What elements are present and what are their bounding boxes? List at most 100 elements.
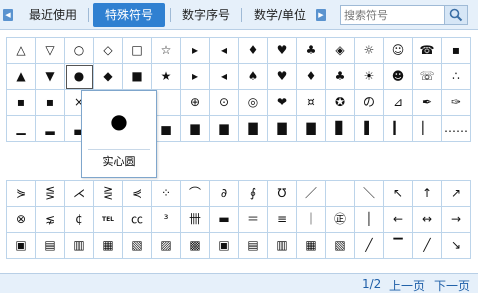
symbol-cell[interactable]: TEL	[94, 207, 123, 233]
symbol-cell[interactable]: ≡	[268, 207, 297, 233]
symbol-cell[interactable]: ▦	[94, 233, 123, 259]
symbol-cell[interactable]: ❤	[268, 90, 297, 116]
symbol-cell[interactable]	[326, 181, 355, 207]
symbol-cell[interactable]: ⊕	[181, 90, 210, 116]
symbol-cell[interactable]: ▇	[268, 116, 297, 142]
symbol-cell[interactable]: ☏	[413, 64, 442, 90]
symbol-cell[interactable]: ♣	[326, 64, 355, 90]
symbol-cell[interactable]: の	[355, 90, 384, 116]
symbol-cell[interactable]: ↗	[442, 181, 471, 207]
symbol-cell[interactable]: ↑	[413, 181, 442, 207]
symbol-cell[interactable]: ◂	[210, 64, 239, 90]
symbol-cell[interactable]: ㊣	[326, 207, 355, 233]
symbol-cell[interactable]: ↖	[384, 181, 413, 207]
symbol-cell[interactable]: ☆	[152, 38, 181, 64]
symbol-cell[interactable]: ☎	[413, 38, 442, 64]
symbol-cell[interactable]: ⊗	[7, 207, 36, 233]
symbol-cell[interactable]: ▁	[7, 116, 36, 142]
symbol-cell[interactable]: ♥	[268, 64, 297, 90]
symbol-cell[interactable]: ⁘	[152, 181, 181, 207]
symbol-cell[interactable]: ←	[384, 207, 413, 233]
symbol-cell[interactable]: ▪	[442, 38, 471, 64]
symbol-cell[interactable]: ＼	[355, 181, 384, 207]
symbol-cell[interactable]: ▲	[7, 64, 36, 90]
symbol-cell[interactable]: ⊿	[384, 90, 413, 116]
symbol-cell[interactable]: ✪	[326, 90, 355, 116]
tab-number-sequence[interactable]: 数字序号	[175, 3, 237, 27]
prev-page-link[interactable]: 上一页	[389, 277, 425, 294]
scroll-right-arrow[interactable]: ▶	[316, 9, 326, 21]
symbol-cell[interactable]: ⌒	[181, 181, 210, 207]
symbol-cell[interactable]: ☺	[384, 38, 413, 64]
symbol-cell[interactable]: ■	[123, 64, 152, 90]
symbol-cell[interactable]: ▤	[36, 233, 65, 259]
symbol-cell[interactable]: ▪	[7, 90, 36, 116]
symbol-cell[interactable]: ▆	[181, 116, 210, 142]
symbol-cell[interactable]: ▸	[181, 38, 210, 64]
symbol-cell[interactable]: ▆	[210, 116, 239, 142]
symbol-cell[interactable]: ▌	[355, 116, 384, 142]
symbol-cell[interactable]: ⋞	[123, 181, 152, 207]
tab-math-units[interactable]: 数学/单位	[246, 3, 314, 27]
symbol-cell[interactable]: ▼	[36, 64, 65, 90]
symbol-cell[interactable]: ▇	[239, 116, 268, 142]
symbol-cell[interactable]: ♣	[297, 38, 326, 64]
symbol-cell[interactable]: ¢	[65, 207, 94, 233]
symbol-cell[interactable]: ●	[65, 64, 94, 90]
symbol-cell[interactable]: ▥	[268, 233, 297, 259]
symbol-cell[interactable]: ▥	[65, 233, 94, 259]
symbol-cell[interactable]: ∂	[210, 181, 239, 207]
symbol-cell[interactable]: ℧	[268, 181, 297, 207]
symbol-cell[interactable]: ▦	[297, 233, 326, 259]
symbol-cell[interactable]: ｜	[297, 207, 326, 233]
symbol-cell[interactable]: ▧	[326, 233, 355, 259]
search-button[interactable]	[444, 6, 467, 24]
symbol-cell[interactable]: □	[123, 38, 152, 64]
symbol-cell[interactable]: ○	[65, 38, 94, 64]
tab-recent[interactable]: 最近使用	[22, 3, 84, 27]
symbol-cell[interactable]: ◎	[239, 90, 268, 116]
symbol-cell[interactable]: ▸	[181, 64, 210, 90]
symbol-cell[interactable]: ⋌	[65, 181, 94, 207]
symbol-cell[interactable]: ▏	[413, 116, 442, 142]
symbol-cell[interactable]: ◇	[94, 38, 123, 64]
symbol-cell[interactable]: ⋛	[94, 181, 123, 207]
symbol-cell[interactable]: ◆	[94, 64, 123, 90]
symbol-cell[interactable]: ☻	[384, 64, 413, 90]
symbol-cell[interactable]: 卌	[181, 207, 210, 233]
symbol-cell[interactable]: ³	[152, 207, 181, 233]
symbol-cell[interactable]: ▧	[123, 233, 152, 259]
symbol-cell[interactable]: ▊	[326, 116, 355, 142]
symbol-cell[interactable]: ▽	[36, 38, 65, 64]
symbol-cell[interactable]: ╱	[355, 233, 384, 259]
symbol-cell[interactable]: ▔	[384, 233, 413, 259]
symbol-cell[interactable]: ▣	[7, 233, 36, 259]
symbol-cell[interactable]: ……	[442, 116, 471, 142]
symbol-cell[interactable]: ♠	[239, 64, 268, 90]
symbol-cell[interactable]: ♥	[268, 38, 297, 64]
symbol-cell[interactable]: ▎	[384, 116, 413, 142]
symbol-cell[interactable]: ♦	[297, 64, 326, 90]
scroll-left-arrow[interactable]: ◀	[3, 9, 13, 21]
symbol-cell[interactable]: ∴	[442, 64, 471, 90]
symbol-cell[interactable]: ⋦	[36, 207, 65, 233]
symbol-cell[interactable]: ¤	[297, 90, 326, 116]
symbol-cell[interactable]: ＝	[239, 207, 268, 233]
search-input[interactable]	[341, 6, 448, 24]
symbol-cell[interactable]: ↔	[413, 207, 442, 233]
symbol-cell[interactable]: ↘	[442, 233, 471, 259]
symbol-cell[interactable]: ▣	[210, 233, 239, 259]
symbol-cell[interactable]: ✒	[413, 90, 442, 116]
symbol-cell[interactable]: ☼	[355, 38, 384, 64]
symbol-cell[interactable]: ☀	[355, 64, 384, 90]
next-page-link[interactable]: 下一页	[434, 277, 470, 294]
symbol-cell[interactable]: ∮	[239, 181, 268, 207]
symbol-cell[interactable]: ㏄	[123, 207, 152, 233]
symbol-cell[interactable]: ♦	[239, 38, 268, 64]
symbol-cell[interactable]: ◂	[210, 38, 239, 64]
symbol-cell[interactable]: ╱	[413, 233, 442, 259]
symbol-cell[interactable]: ▇	[297, 116, 326, 142]
symbol-cell[interactable]: ▪	[36, 90, 65, 116]
symbol-cell[interactable]: ⊙	[210, 90, 239, 116]
symbol-cell[interactable]: ◈	[326, 38, 355, 64]
